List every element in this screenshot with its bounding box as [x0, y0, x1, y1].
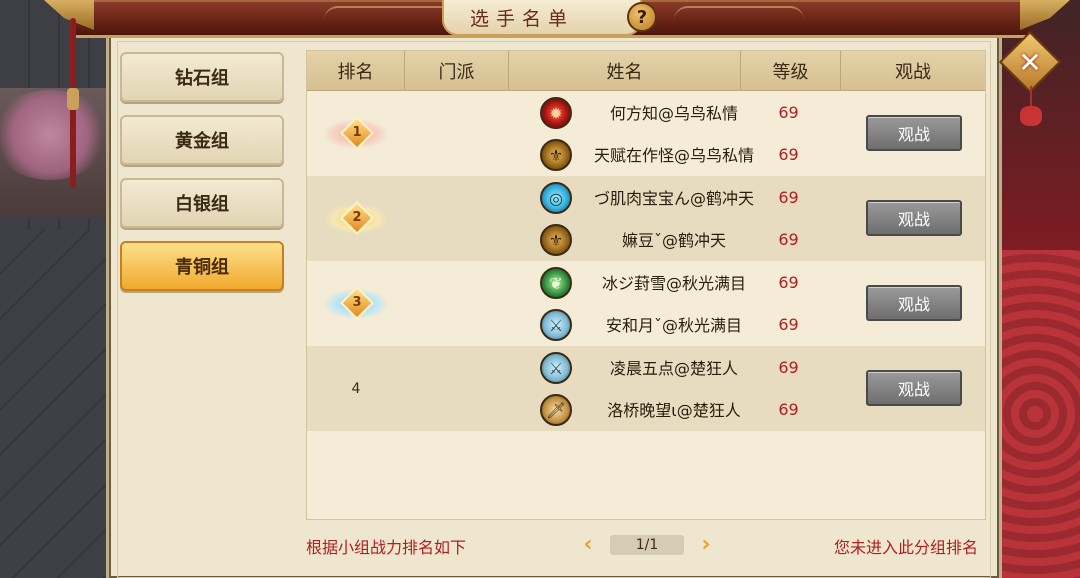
background-carpet — [990, 250, 1080, 578]
rank-number: 3 — [352, 295, 362, 310]
header-rank: 排名 — [307, 51, 405, 91]
rank-cell: 1 — [307, 91, 405, 176]
title-plate: 选手名单 — [442, 0, 642, 36]
page-title: 选手名单 — [469, 7, 574, 30]
rank-number: 2 — [352, 210, 362, 225]
player-level: 69 — [778, 229, 799, 249]
table-row: 4 ⚔ 凌晨五点@楚狂人 69 🗡 洛桥晚望ι@楚狂人 69 观战 — [307, 346, 985, 431]
player-level: 69 — [778, 399, 799, 419]
title-ornament-right — [674, 6, 804, 32]
header-watch: 观战 — [895, 62, 931, 83]
player-level: 69 — [778, 314, 799, 334]
watch-button[interactable]: 观战 — [866, 200, 962, 236]
prev-page-arrow-icon[interactable]: ‹ — [578, 532, 598, 557]
tab-silver-group[interactable]: 白银组 — [120, 178, 284, 228]
header-school: 门派 — [405, 51, 509, 91]
table-row: 1 ✹ 何方知@乌鸟私情 69 ⚜ 天赋在作怪@乌鸟私情 69 观战 — [307, 91, 985, 176]
header-name: 姓名 — [509, 51, 741, 91]
not-ranked-note: 您未进入此分组排名 — [834, 538, 979, 557]
tassel-ornament-left — [67, 18, 79, 188]
rank-1-medal-icon: 1 — [324, 113, 388, 155]
table-header: 排名 门派 姓名 等级 观战 — [307, 51, 985, 91]
header-level: 等级 — [741, 51, 841, 91]
background-ground — [0, 230, 112, 578]
rank-number: 1 — [352, 125, 362, 140]
lantern-ornament-right — [1020, 86, 1042, 156]
group-tabs: 钻石组 黄金组 白银组 青铜组 — [120, 52, 284, 304]
rank-cell: 2 — [307, 176, 405, 261]
player-level: 69 — [778, 144, 799, 164]
help-icon[interactable]: ? — [627, 2, 657, 32]
player-level: 69 — [778, 357, 799, 377]
next-page-arrow-icon[interactable]: › — [696, 532, 716, 557]
tab-gold-group[interactable]: 黄金组 — [120, 115, 284, 165]
title-ornament-left — [324, 6, 454, 32]
pagination: ‹ 1/1 › — [578, 532, 718, 558]
player-level: 69 — [778, 102, 799, 122]
tab-bronze-group[interactable]: 青铜组 — [120, 241, 284, 291]
table-row: 2 ◎ づ肌肉宝宝ん@鹤冲天 69 ⚜ 嫲豆ˇ@鹤冲天 69 观战 — [307, 176, 985, 261]
rank-cell: 3 — [307, 261, 405, 346]
rank-number: 4 — [351, 380, 361, 397]
rank-3-medal-icon: 3 — [324, 283, 388, 325]
ranking-note: 根据小组战力排名如下 — [306, 538, 467, 557]
close-icon: ✕ — [1018, 45, 1042, 79]
background-scenery-left — [0, 0, 112, 578]
watch-button[interactable]: 观战 — [866, 370, 962, 406]
watch-button[interactable]: 观战 — [866, 285, 962, 321]
ranking-table: 排名 门派 姓名 等级 观战 1 ✹ 何方知@乌鸟私情 69 ⚜ 天赋在作怪@乌… — [306, 50, 986, 520]
player-level: 69 — [778, 272, 799, 292]
player-level: 69 — [778, 187, 799, 207]
watch-button[interactable]: 观战 — [866, 115, 962, 151]
rank-2-medal-icon: 2 — [324, 198, 388, 240]
page-indicator: 1/1 — [610, 535, 684, 555]
tab-diamond-group[interactable]: 钻石组 — [120, 52, 284, 102]
table-row: 3 ❦ 冰ジ葑雪@秋光满目 69 ⚔ 安和月ˇ@秋光满目 69 观战 — [307, 261, 985, 346]
